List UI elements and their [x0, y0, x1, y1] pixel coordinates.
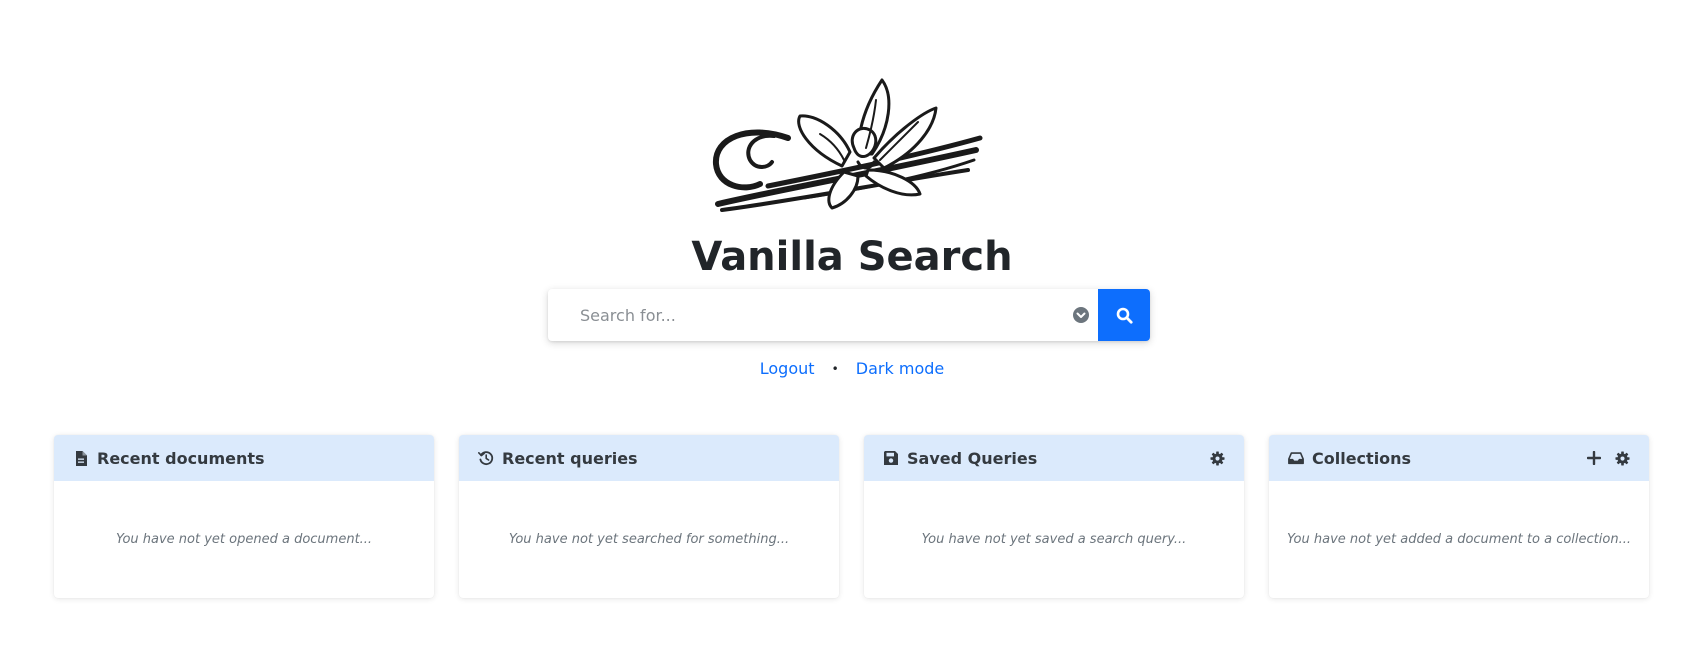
search-options-toggle[interactable] [1064, 289, 1098, 341]
file-icon [73, 450, 89, 466]
chevron-circle-down-icon [1073, 307, 1089, 323]
card-empty-message: You have not yet added a document to a c… [1287, 532, 1631, 547]
card-header: Recent documents [54, 435, 434, 481]
account-links: Logout • Dark mode [0, 357, 1704, 381]
card-title: Recent queries [502, 448, 638, 468]
recent-queries-card: Recent queries You have not yet searched… [459, 435, 839, 598]
card-header: Recent queries [459, 435, 839, 481]
search-button[interactable] [1098, 289, 1150, 341]
plus-icon[interactable] [1587, 451, 1601, 465]
card-title: Collections [1312, 448, 1412, 468]
card-header: Saved Queries [864, 435, 1244, 481]
search-icon [1116, 307, 1133, 324]
recent-documents-card: Recent documents You have not yet opened… [54, 435, 434, 598]
collections-card: Collections You have not yet added a doc… [1269, 435, 1649, 598]
card-title: Recent documents [97, 448, 265, 468]
card-title: Saved Queries [907, 448, 1038, 468]
app-title: Vanilla Search [691, 234, 1013, 280]
inbox-icon [1288, 450, 1304, 466]
search-input[interactable] [548, 289, 1064, 341]
saved-queries-card: Saved Queries You have not yet saved a s… [864, 435, 1244, 598]
gear-icon[interactable] [1615, 450, 1630, 466]
card-empty-message: You have not yet saved a search query... [921, 532, 1187, 547]
gear-icon[interactable] [1210, 450, 1225, 466]
dark-mode-link[interactable]: Dark mode [856, 359, 944, 378]
vanilla-flower-logo [712, 78, 983, 212]
save-icon [883, 450, 899, 466]
search-bar [548, 289, 1150, 341]
history-icon [478, 450, 494, 466]
logout-link[interactable]: Logout [760, 359, 815, 378]
card-empty-message: You have not yet searched for something.… [508, 532, 790, 547]
link-separator: • [831, 362, 839, 376]
card-empty-message: You have not yet opened a document... [115, 532, 373, 547]
card-header: Collections [1269, 435, 1649, 481]
